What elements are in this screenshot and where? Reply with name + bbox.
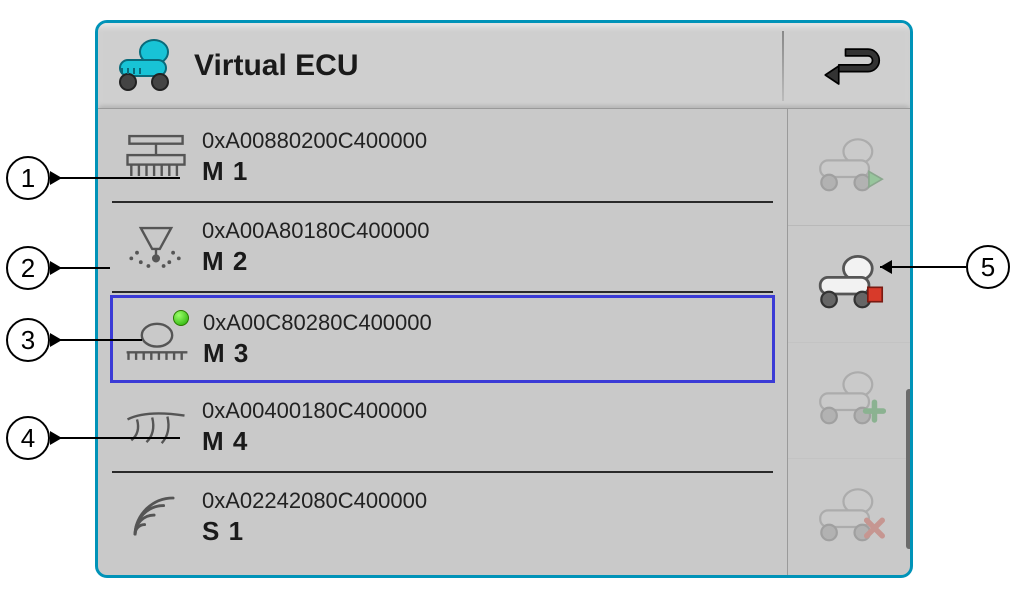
virtual-ecu-screen: Virtual ECU [95, 20, 913, 578]
tractor-add-icon [812, 369, 886, 431]
callout-number: 5 [966, 245, 1010, 289]
ecu-hex-id: 0xA02242080C400000 [202, 488, 427, 514]
callout-number: 2 [6, 246, 50, 290]
active-indicator-icon [173, 310, 189, 326]
header-title-area: Virtual ECU [98, 38, 776, 94]
virtual-ecu-icon [114, 38, 178, 94]
ecu-row[interactable]: 0xA00880200C400000 M 1 [112, 113, 773, 203]
callout-4: 4 [6, 416, 180, 460]
action-sidebar [787, 109, 910, 575]
ecu-row-text: 0xA02242080C400000 S 1 [202, 488, 427, 547]
add-ecu-button[interactable] [788, 342, 910, 459]
ecu-list: 0xA00880200C400000 M 1 [98, 109, 787, 575]
ecu-row-selected[interactable]: 0xA00C80280C400000 M 3 [110, 295, 775, 383]
callout-2: 2 [6, 246, 110, 290]
play-ecu-button[interactable] [788, 109, 910, 225]
spreader-icon [116, 212, 196, 282]
back-arrow-icon [814, 38, 886, 94]
callout-3: 3 [6, 318, 142, 362]
ecu-row[interactable]: 0xA02242080C400000 S 1 [112, 473, 773, 561]
callout-number: 1 [6, 156, 50, 200]
ecu-name: M 4 [202, 426, 427, 457]
ecu-hex-id: 0xA00A80180C400000 [202, 218, 430, 244]
ecu-name: S 1 [202, 516, 427, 547]
ecu-row[interactable]: 0xA00A80180C400000 M 2 [112, 203, 773, 293]
ecu-name: M 3 [203, 338, 432, 369]
ecu-hex-id: 0xA00400180C400000 [202, 398, 427, 424]
back-button[interactable] [790, 23, 910, 108]
ecu-row-text: 0xA00C80280C400000 M 3 [203, 310, 432, 369]
callout-number: 4 [6, 416, 50, 460]
header-divider [782, 31, 784, 101]
tractor-play-icon [812, 136, 886, 198]
tractor-stop-icon [812, 253, 886, 315]
ecu-name: M 2 [202, 246, 430, 277]
callout-1: 1 [6, 156, 180, 200]
header-bar: Virtual ECU [98, 23, 910, 109]
page-title: Virtual ECU [194, 49, 359, 83]
content-area: 0xA00880200C400000 M 1 [98, 109, 910, 575]
tractor-delete-icon [812, 486, 886, 548]
ecu-row[interactable]: 0xA00400180C400000 M 4 [112, 383, 773, 473]
ecu-hex-id: 0xA00C80280C400000 [203, 310, 432, 336]
sensor-icon [116, 482, 196, 552]
callout-5: 5 [880, 245, 1010, 289]
scrollbar-thumb[interactable] [906, 389, 912, 549]
callout-number: 3 [6, 318, 50, 362]
ecu-row-text: 0xA00880200C400000 M 1 [202, 128, 427, 187]
ecu-row-text: 0xA00A80180C400000 M 2 [202, 218, 430, 277]
delete-ecu-button[interactable] [788, 458, 910, 575]
ecu-hex-id: 0xA00880200C400000 [202, 128, 427, 154]
ecu-name: M 1 [202, 156, 427, 187]
ecu-row-text: 0xA00400180C400000 M 4 [202, 398, 427, 457]
